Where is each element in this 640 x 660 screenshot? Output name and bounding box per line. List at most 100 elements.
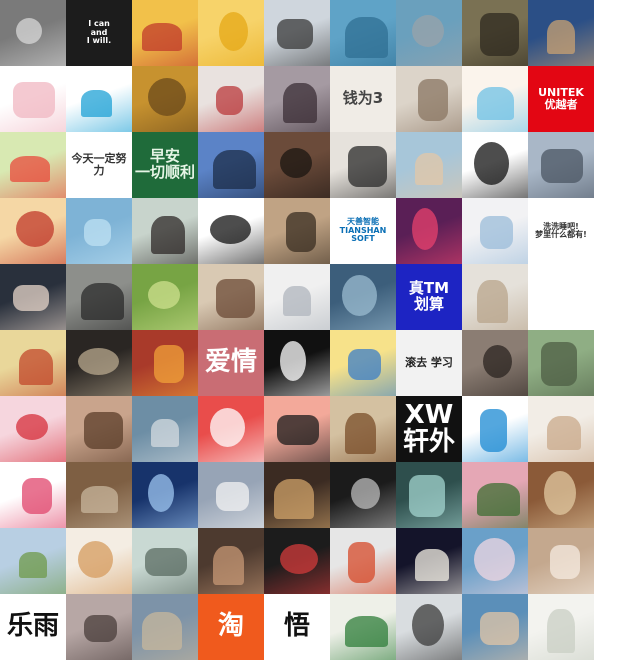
woman-standing-indoor[interactable] bbox=[396, 594, 462, 660]
dancer-poster[interactable] bbox=[264, 528, 330, 594]
cartoon-determination-text[interactable]: 今天一定努力 bbox=[66, 132, 132, 198]
love-movie-poster[interactable]: 爱情 bbox=[198, 330, 264, 396]
panda-meme-text-caption: 洗洗睡吧! 梦里什么都有! bbox=[535, 221, 587, 239]
anime-sketch-red[interactable] bbox=[198, 396, 264, 462]
glass-cup-photo[interactable] bbox=[132, 396, 198, 462]
green-hills-photo[interactable] bbox=[132, 264, 198, 330]
anime-girl-red-hat[interactable] bbox=[198, 66, 264, 132]
music-note-logo[interactable] bbox=[66, 66, 132, 132]
circles-art-photo[interactable] bbox=[132, 330, 198, 396]
figurine-shelf-photo-subject bbox=[274, 479, 314, 519]
two-girls-photo[interactable] bbox=[528, 528, 594, 594]
soldier-boy-photo[interactable] bbox=[462, 0, 528, 66]
lone-figure-sea-photo[interactable] bbox=[198, 132, 264, 198]
child-street-photo[interactable] bbox=[0, 0, 66, 66]
one-piece-luffy-avatar[interactable] bbox=[132, 0, 198, 66]
white-flower-photo[interactable] bbox=[396, 528, 462, 594]
sleeping-cat-drawing[interactable] bbox=[66, 528, 132, 594]
boy-tinted-photo-subject bbox=[145, 548, 187, 576]
cartoon-bowl-boy[interactable] bbox=[330, 330, 396, 396]
old-building-photo[interactable] bbox=[66, 462, 132, 528]
go-study-text-caption: 滚去 学习 bbox=[405, 356, 453, 370]
garden-path-photo[interactable] bbox=[528, 330, 594, 396]
light-sketch-photo[interactable] bbox=[528, 594, 594, 660]
cat-sky-photo[interactable] bbox=[132, 594, 198, 660]
meme-face-avatar[interactable]: 乐雨 bbox=[0, 594, 66, 660]
headphones-boy-avatar[interactable] bbox=[264, 0, 330, 66]
boy-tinted-photo[interactable] bbox=[132, 528, 198, 594]
sketch-boy-drawing[interactable] bbox=[264, 198, 330, 264]
one-piece-luffy-avatar-subject bbox=[142, 23, 182, 51]
santa-hat-girl-photo[interactable] bbox=[0, 396, 66, 462]
unitek-logo[interactable]: UNITEK 优越者 bbox=[528, 66, 594, 132]
panda-meme-text[interactable]: 洗洗睡吧! 梦里什么都有! bbox=[528, 198, 594, 264]
child-face-photo[interactable] bbox=[198, 264, 264, 330]
zhen-tm-huasuan-text[interactable]: 真TM 划算 bbox=[396, 264, 462, 330]
man-portrait-photo[interactable] bbox=[330, 132, 396, 198]
man-cap-photo[interactable] bbox=[396, 462, 462, 528]
certificate-logo[interactable] bbox=[330, 594, 396, 660]
road-landscape-photo[interactable] bbox=[528, 132, 594, 198]
anime-white-hair-girl[interactable] bbox=[462, 198, 528, 264]
starry-sky-photo[interactable] bbox=[132, 462, 198, 528]
city-night-skyline[interactable] bbox=[396, 198, 462, 264]
taobao-logo[interactable]: 淘 bbox=[198, 594, 264, 660]
dark-hair-girl-photo[interactable] bbox=[264, 66, 330, 132]
i-can-and-i-will-text[interactable]: I can and I will. bbox=[66, 0, 132, 66]
good-morning-leaf-text-caption: 早安 一切顺利 bbox=[134, 147, 195, 181]
spiral-eyes-face[interactable] bbox=[264, 330, 330, 396]
luffy-smile-avatar[interactable] bbox=[0, 198, 66, 264]
woman-standing-photo[interactable] bbox=[462, 264, 528, 330]
xw-logo[interactable]: XW 轩外 bbox=[396, 396, 462, 462]
girl-street-photo[interactable] bbox=[66, 594, 132, 660]
boat-sea-photo[interactable] bbox=[330, 0, 396, 66]
tianshan-soft-logo[interactable]: 天善智能 TIANSHAN SOFT bbox=[330, 198, 396, 264]
tianshan-soft-logo-caption: 天善智能 TIANSHAN SOFT bbox=[339, 217, 387, 244]
go-study-text[interactable]: 滚去 学习 bbox=[396, 330, 462, 396]
good-morning-leaf-text[interactable]: 早安 一切顺利 bbox=[132, 132, 198, 198]
white-bear-icon[interactable] bbox=[198, 198, 264, 264]
sketch-hands-photo[interactable] bbox=[66, 264, 132, 330]
peach-blossom-photo[interactable] bbox=[462, 462, 528, 528]
twin-babies-photo[interactable] bbox=[66, 396, 132, 462]
child-beach-photo[interactable] bbox=[396, 132, 462, 198]
girl-flowers-photo[interactable] bbox=[0, 330, 66, 396]
mountain-lake-figure[interactable] bbox=[330, 264, 396, 330]
cartoon-pig-avatar[interactable] bbox=[0, 66, 66, 132]
calligraphy-wu[interactable]: 悟 bbox=[264, 594, 330, 660]
cons-shirt-girl[interactable] bbox=[528, 396, 594, 462]
doraemon-avatar[interactable] bbox=[462, 396, 528, 462]
library-shelves-photo[interactable] bbox=[528, 462, 594, 528]
traffic-cone-street[interactable] bbox=[330, 528, 396, 594]
curly-child-photo[interactable] bbox=[330, 396, 396, 462]
anime-silver-hair-boy[interactable] bbox=[264, 264, 330, 330]
flowers-vase-photo[interactable] bbox=[0, 132, 66, 198]
child-eating-photo[interactable] bbox=[198, 528, 264, 594]
blue-sky-painting[interactable] bbox=[66, 198, 132, 264]
cinnamoroll-avatar[interactable] bbox=[462, 66, 528, 132]
girl-blue-sky-photo[interactable] bbox=[462, 594, 528, 660]
shark-photo[interactable] bbox=[396, 0, 462, 66]
man-portrait-photo-subject bbox=[347, 145, 387, 187]
twin-babies-photo-subject bbox=[83, 411, 123, 449]
girl-sea-photo[interactable] bbox=[462, 528, 528, 594]
man-portrait-side-photo-subject bbox=[482, 344, 512, 378]
godfather-photo[interactable] bbox=[66, 330, 132, 396]
forest-trees-photo[interactable] bbox=[132, 66, 198, 132]
pencil-paper-photo[interactable] bbox=[198, 462, 264, 528]
bearded-man-photo[interactable] bbox=[264, 132, 330, 198]
emoji-face-avatar[interactable] bbox=[198, 0, 264, 66]
coastal-town-photo[interactable] bbox=[528, 0, 594, 66]
man-bw-portrait[interactable] bbox=[330, 462, 396, 528]
girl-smiling-photo[interactable] bbox=[132, 198, 198, 264]
blonde-woman-photo[interactable] bbox=[396, 66, 462, 132]
city-park-photo[interactable] bbox=[0, 528, 66, 594]
cartoon-cow-avatar[interactable] bbox=[0, 462, 66, 528]
forest-trees-photo-subject bbox=[148, 78, 186, 116]
ink-panda-drawing[interactable] bbox=[462, 132, 528, 198]
man-in-suit-photo[interactable] bbox=[0, 264, 66, 330]
cartoon-man-tie[interactable] bbox=[264, 396, 330, 462]
figurine-shelf-photo[interactable] bbox=[264, 462, 330, 528]
man-portrait-side-photo[interactable] bbox=[462, 330, 528, 396]
box-sketch-text[interactable]: 钱为3 bbox=[330, 66, 396, 132]
